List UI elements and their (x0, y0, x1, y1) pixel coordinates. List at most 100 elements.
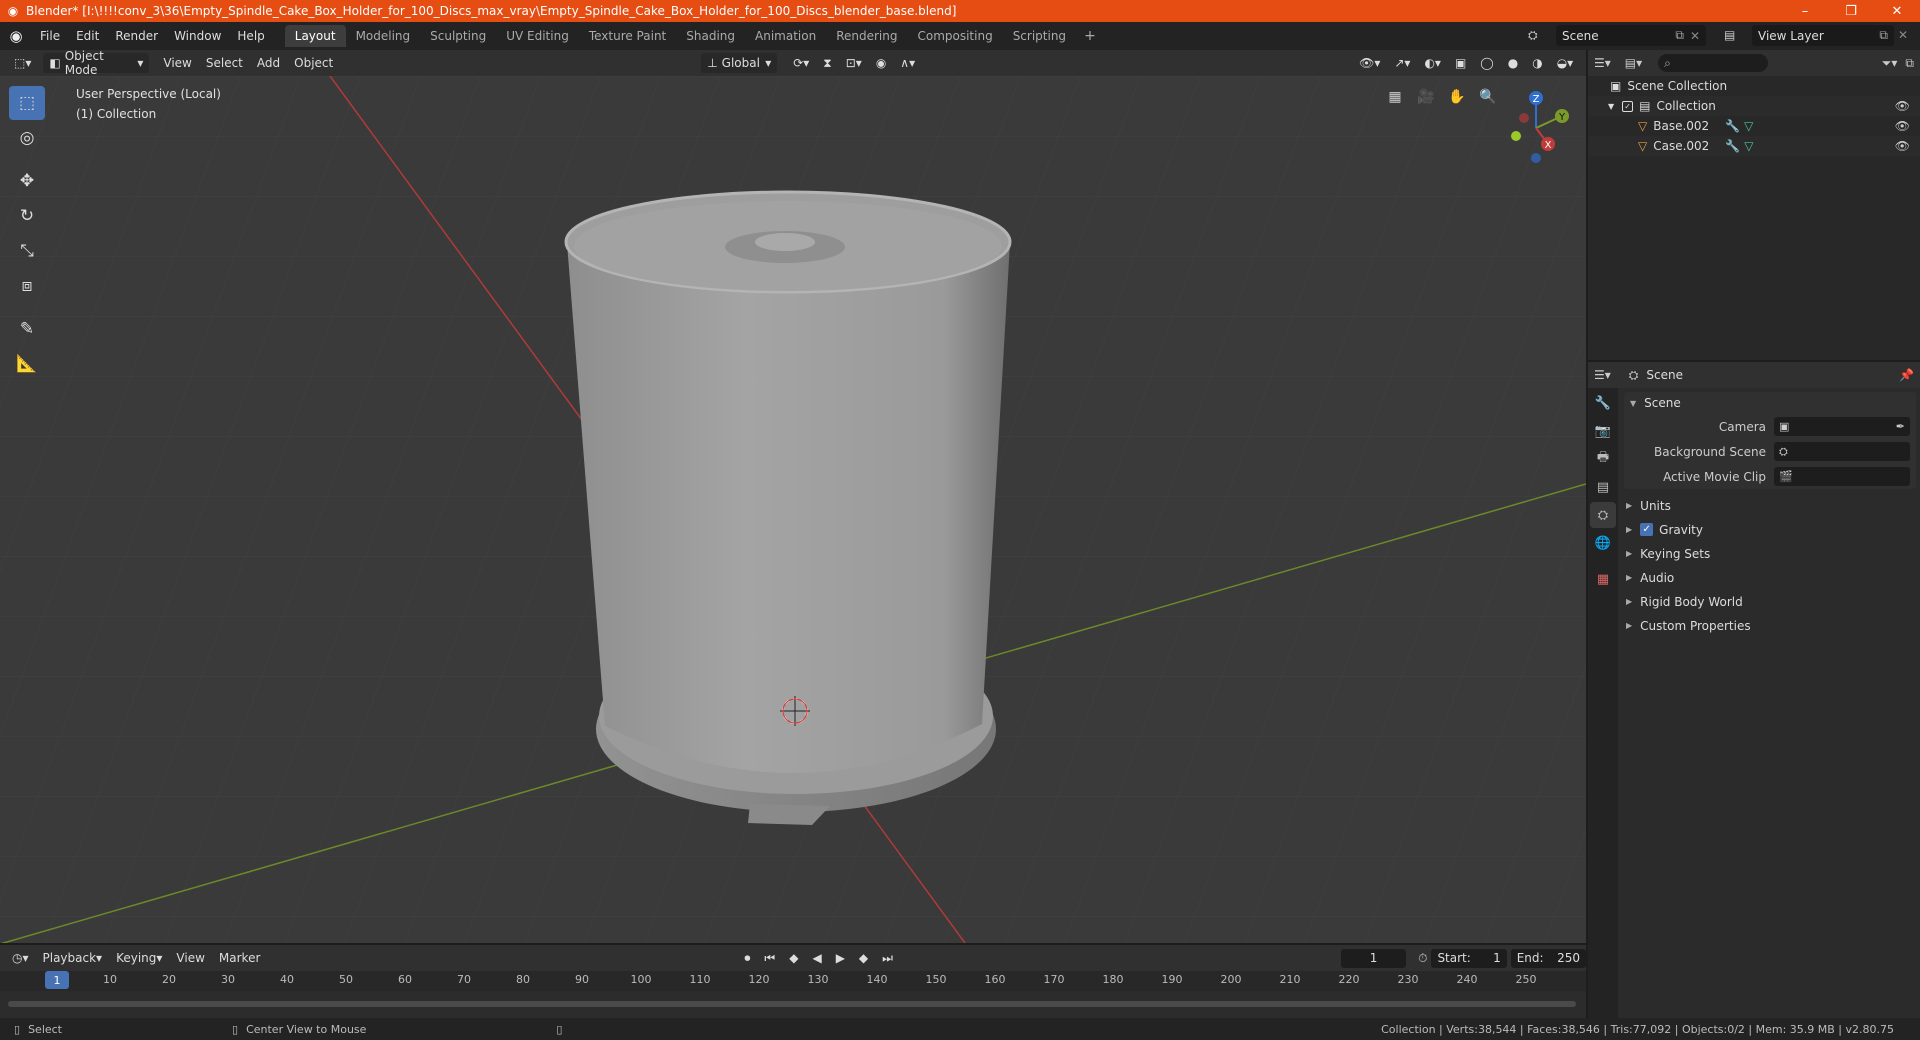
visibility-eye-icon[interactable]: 👁 (1895, 119, 1910, 133)
rigid-body-world-panel[interactable]: ▶ Rigid Body World (1620, 589, 1920, 613)
scene-panel-header[interactable]: ▼ Scene (1624, 392, 1916, 414)
expand-arrow-icon[interactable]: ▼ (1608, 102, 1614, 111)
outliner-editor-icon[interactable]: ☰▾ (1594, 56, 1611, 70)
tab-animation[interactable]: Animation (745, 25, 826, 47)
shading-wireframe-icon[interactable]: ◯ (1474, 53, 1499, 73)
maximize-button[interactable]: ❐ (1828, 0, 1874, 22)
menu-timeline-view[interactable]: View (170, 948, 210, 968)
display-mode-icon[interactable]: ▤▾ (1625, 56, 1642, 70)
menu-marker[interactable]: Marker (213, 948, 266, 968)
outliner-row-base[interactable]: ▽ Base.002 🔧 ▽ 👁 (1588, 116, 1920, 136)
filter-icon[interactable]: ⏷▾ (1882, 56, 1898, 71)
outliner-row-case[interactable]: ▽ Case.002 🔧 ▽ 👁 (1588, 136, 1920, 156)
menu-edit[interactable]: Edit (68, 22, 107, 50)
properties-editor-icon[interactable]: ☰▾ (1594, 368, 1611, 382)
world-tab-icon[interactable]: 🌐 (1590, 530, 1616, 556)
timeline-editor-icon[interactable]: ◷▾ (6, 948, 35, 968)
mesh-data-icon[interactable]: ▽ (1744, 139, 1753, 153)
tab-compositing[interactable]: Compositing (907, 25, 1002, 47)
output-tab-icon[interactable]: 🖶 (1590, 446, 1616, 472)
mode-dropdown[interactable]: ◧ Object Mode ▾ (43, 49, 150, 77)
scale-tool-icon[interactable]: ⤡ (9, 234, 45, 268)
outliner-row-collection[interactable]: ▼ ✓ ▤ Collection 👁 (1588, 96, 1920, 116)
minimize-button[interactable]: – (1782, 0, 1828, 22)
menu-file[interactable]: File (32, 22, 68, 50)
scene-tab-icon[interactable]: ⛭ (1590, 502, 1616, 528)
audio-panel[interactable]: ▶ Audio (1620, 565, 1920, 589)
tool-tab-icon[interactable]: 🔧 (1590, 390, 1616, 416)
stopwatch-icon[interactable]: ⏱ (1418, 951, 1427, 966)
mesh-data-icon[interactable]: ▽ (1744, 119, 1753, 133)
menu-select[interactable]: Select (200, 53, 249, 73)
new-scene-icon[interactable]: ⧉ (1675, 28, 1684, 43)
jump-keyframe-back-icon[interactable]: ◆ (783, 948, 804, 968)
jump-end-icon[interactable]: ⏭ (876, 948, 899, 968)
gravity-checkbox[interactable]: ✓ (1640, 523, 1654, 536)
xray-toggle-icon[interactable]: ▣ (1449, 53, 1472, 73)
remove-scene-icon[interactable]: ✕ (1690, 29, 1700, 43)
menu-playback[interactable]: Playback ▾ (37, 948, 109, 968)
tab-texture-paint[interactable]: Texture Paint (579, 25, 676, 47)
new-collection-icon[interactable]: ⧉ (1905, 56, 1914, 71)
tab-uv-editing[interactable]: UV Editing (496, 25, 579, 47)
pivot-point-icon[interactable]: ⟳▾ (787, 53, 815, 73)
jump-keyframe-forward-icon[interactable]: ◆ (853, 948, 874, 968)
view-layer-tab-icon[interactable]: ▤ (1590, 474, 1616, 500)
movie-clip-field[interactable]: 🎬 (1774, 467, 1910, 486)
move-tool-icon[interactable]: ✥ (9, 164, 45, 198)
measure-tool-icon[interactable]: 📐 (9, 347, 45, 381)
shading-solid-icon[interactable]: ● (1502, 53, 1524, 73)
perspective-toggle-icon[interactable]: ▦ (1381, 84, 1409, 110)
eyedropper-icon[interactable]: ✒ (1896, 420, 1905, 433)
navigation-gizmo[interactable]: Z Y X (1496, 88, 1576, 168)
collection-checkbox[interactable]: ✓ (1622, 100, 1634, 112)
menu-add[interactable]: Add (251, 53, 286, 73)
menu-keying[interactable]: Keying ▾ (110, 948, 168, 968)
custom-properties-panel[interactable]: ▶ Custom Properties (1620, 613, 1920, 637)
tab-scripting[interactable]: Scripting (1003, 25, 1076, 47)
proportional-editing-icon[interactable]: ◉ (870, 53, 892, 73)
shading-material-icon[interactable]: ◑ (1526, 53, 1548, 73)
snap-target-icon[interactable]: ⊡▾ (840, 53, 868, 73)
new-view-layer-icon[interactable]: ⧉ (1879, 28, 1888, 43)
end-frame-field[interactable]: End: 250 (1510, 948, 1586, 968)
case-object[interactable] (567, 243, 1010, 774)
transform-tool-icon[interactable]: ⧈ (9, 269, 45, 303)
view-layer-icon[interactable]: ▤ (1724, 28, 1735, 42)
menu-render[interactable]: Render (107, 22, 166, 50)
rotate-tool-icon[interactable]: ↻ (9, 199, 45, 233)
pin-icon[interactable]: 📌 (1899, 368, 1914, 382)
transform-orientation-dropdown[interactable]: ⊥ Global ▾ (701, 53, 778, 73)
cursor-tool-icon[interactable]: ◎ (9, 121, 45, 155)
menu-object[interactable]: Object (288, 53, 339, 73)
render-tab-icon[interactable]: 📷 (1590, 418, 1616, 444)
camera-field[interactable]: ▣ ✒ (1774, 417, 1910, 436)
gravity-panel[interactable]: ▶ ✓ Gravity (1620, 517, 1920, 541)
current-frame-indicator[interactable]: 1 (45, 971, 69, 989)
annotate-tool-icon[interactable]: ✎ (9, 312, 45, 346)
add-workspace-icon[interactable]: + (1076, 28, 1104, 44)
proportional-falloff-icon[interactable]: ∧▾ (894, 53, 921, 73)
pan-hand-icon[interactable]: ✋ (1443, 84, 1471, 110)
select-box-icon[interactable]: ⬚ (9, 86, 45, 120)
texture-tab-icon[interactable]: ▦ (1590, 566, 1616, 592)
tab-layout[interactable]: Layout (284, 25, 346, 47)
close-button[interactable]: ✕ (1874, 0, 1920, 22)
camera-view-icon[interactable]: 🎥 (1412, 84, 1440, 110)
current-frame-field[interactable]: 1 (1340, 948, 1407, 968)
remove-view-layer-icon[interactable]: ✕ (1898, 28, 1908, 42)
3d-viewport[interactable]: ⬚ ◎ ✥ ↻ ⤡ ⧈ ✎ 📐 User Perspective (Local)… (0, 76, 1586, 943)
gizmo-toggle-icon[interactable]: ↗▾ (1388, 53, 1416, 73)
start-frame-field[interactable]: Start: 1 (1431, 948, 1507, 968)
play-reverse-icon[interactable]: ◀ (806, 948, 827, 968)
tab-rendering[interactable]: Rendering (826, 25, 907, 47)
jump-start-icon[interactable]: ⏮ (758, 948, 781, 968)
outliner-row-scene-collection[interactable]: ▣ Scene Collection (1588, 76, 1920, 96)
view-layer-selector[interactable]: View Layer ⧉ (1752, 25, 1894, 46)
menu-help[interactable]: Help (229, 22, 272, 50)
units-panel[interactable]: ▶ Units (1620, 493, 1920, 517)
background-scene-field[interactable]: ⛭ (1774, 442, 1910, 461)
editor-type-icon[interactable]: ⬚▾ (8, 53, 37, 73)
overlay-toggle-icon[interactable]: ◐▾ (1418, 53, 1447, 73)
timeline-scrollbar[interactable] (8, 1001, 1576, 1007)
